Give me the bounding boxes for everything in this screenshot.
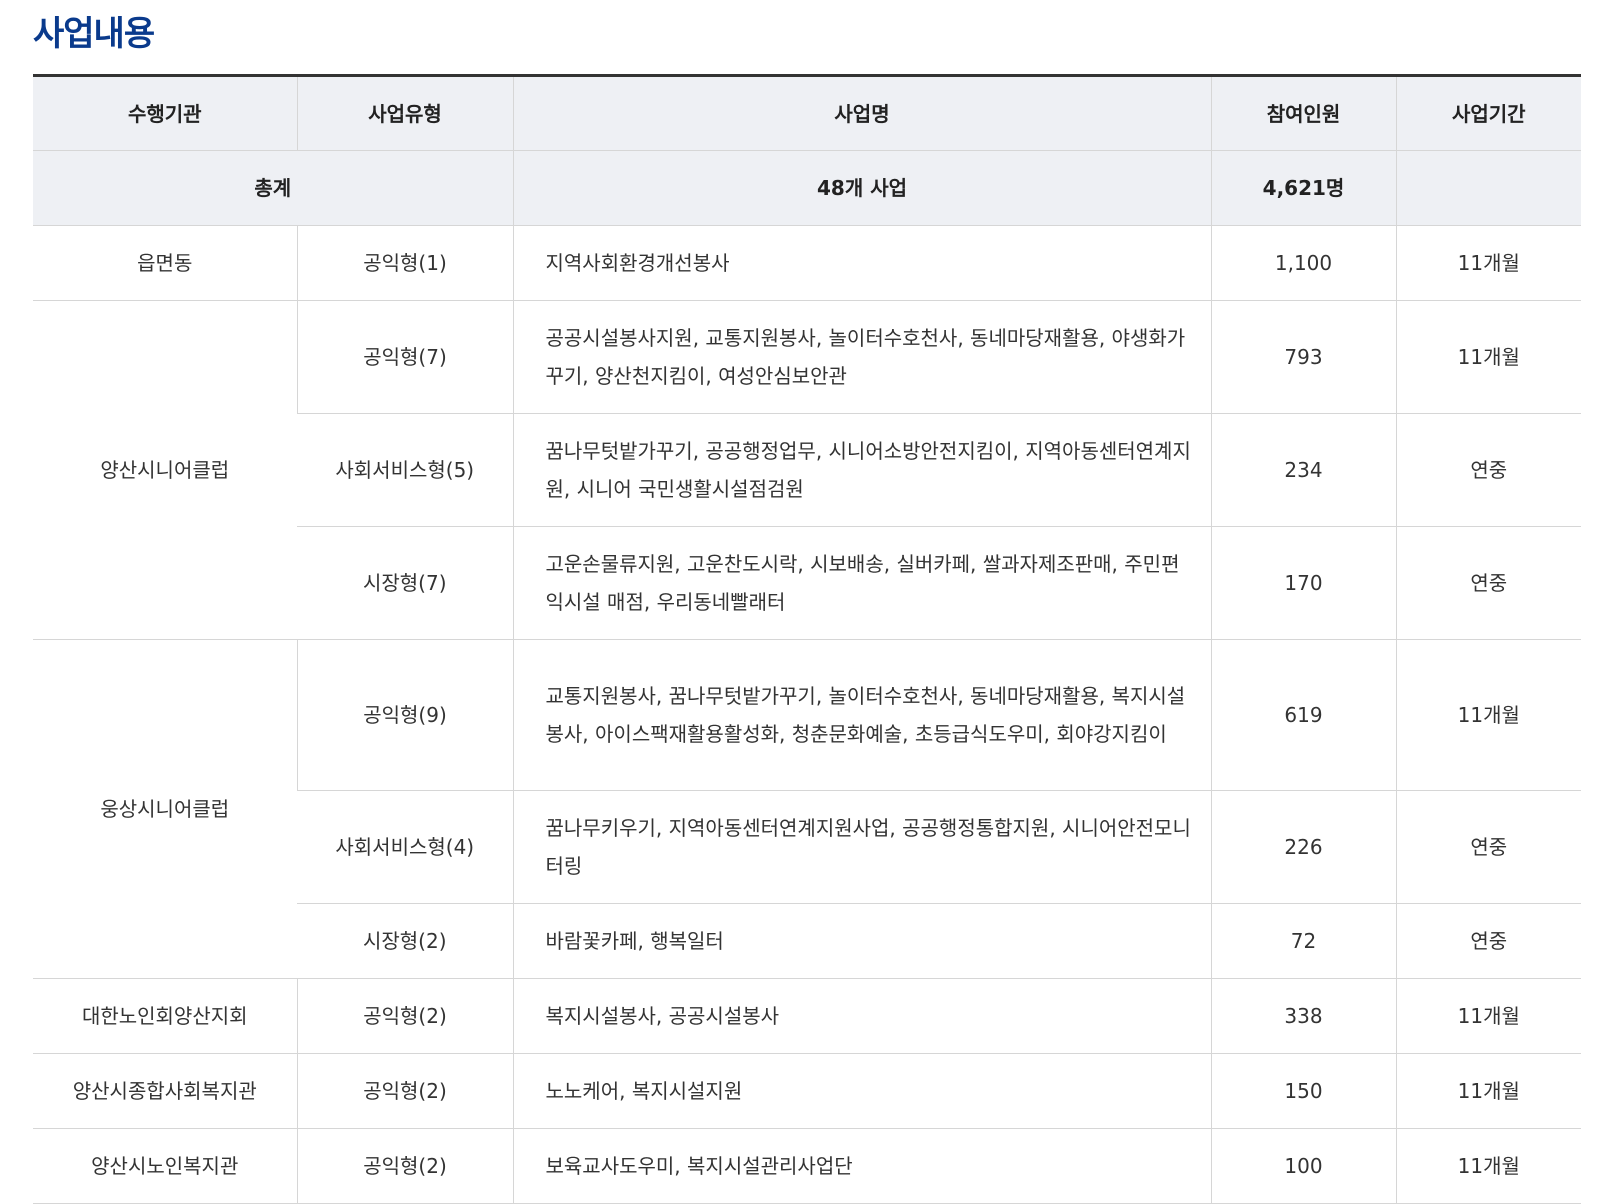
cell-type: 공익형(1) (296, 225, 513, 301)
cell-period: 11개월 (1395, 225, 1581, 301)
cell-business-name: 복지시설봉사, 공공시설봉사 (512, 978, 1211, 1054)
cell-business-name: 바람꽃카페, 행복일터 (512, 903, 1211, 979)
cell-type: 공익형(2) (296, 1053, 513, 1129)
table-row: 웅상시니어클럽 공익형(9) 교통지원봉사, 꿈나무텃밭가꾸기, 놀이터수호천사… (33, 639, 1581, 979)
cell-participants: 1,100 (1210, 225, 1396, 301)
page-title: 사업내용 (33, 14, 155, 54)
table-row: 대한노인회양산지회 공익형(2) 복지시설봉사, 공공시설봉사 338 11개월 (33, 978, 1581, 1054)
cell-type: 사회서비스형(5) (297, 413, 513, 527)
cell-type: 사회서비스형(4) (297, 790, 513, 904)
cell-type: 공익형(7) (296, 300, 513, 414)
total-period (1395, 150, 1581, 226)
header-business-name: 사업명 (512, 75, 1211, 151)
header-agency: 수행기관 (33, 75, 297, 151)
cell-participants: 619 (1210, 639, 1396, 791)
cell-period: 11개월 (1395, 639, 1581, 791)
cell-business-name: 꿈나무키우기, 지역아동센터연계지원사업, 공공행정통합지원, 시니어안전모니터… (512, 790, 1211, 904)
cell-agency: 대한노인회양산지회 (33, 978, 297, 1054)
cell-period: 연중 (1395, 790, 1581, 904)
total-participants: 4,621명 (1210, 150, 1396, 226)
cell-period: 11개월 (1395, 1128, 1581, 1204)
cell-agency: 양산시종합사회복지관 (33, 1053, 297, 1129)
cell-agency: 양산시니어클럽 (33, 300, 297, 640)
business-table: 수행기관 사업유형 사업명 참여인원 사업기간 총계 48개 사업 4,621명… (33, 74, 1581, 1204)
cell-period: 11개월 (1395, 1053, 1581, 1129)
cell-participants: 72 (1210, 903, 1396, 979)
cell-agency: 양산시노인복지관 (33, 1128, 297, 1204)
header-participants: 참여인원 (1210, 75, 1396, 151)
cell-type: 공익형(2) (296, 978, 513, 1054)
cell-business-name: 공공시설봉사지원, 교통지원봉사, 놀이터수호천사, 동네마당재활용, 야생화가… (512, 300, 1211, 414)
table-row: 읍면동 공익형(1) 지역사회환경개선봉사 1,100 11개월 (33, 225, 1581, 301)
cell-type: 공익형(9) (296, 639, 513, 791)
cell-participants: 234 (1210, 413, 1396, 527)
cell-period: 연중 (1395, 903, 1581, 979)
cell-period: 연중 (1395, 526, 1581, 640)
table-row: 양산시노인복지관 공익형(2) 보육교사도우미, 복지시설관리사업단 100 1… (33, 1128, 1581, 1204)
total-row: 총계 48개 사업 4,621명 (33, 150, 1581, 226)
cell-participants: 170 (1210, 526, 1396, 640)
cell-business-name: 꿈나무텃밭가꾸기, 공공행정업무, 시니어소방안전지킴이, 지역아동센터연계지원… (512, 413, 1211, 527)
cell-type: 시장형(2) (297, 903, 513, 979)
cell-type: 공익형(2) (296, 1128, 513, 1204)
cell-participants: 100 (1210, 1128, 1396, 1204)
cell-type: 시장형(7) (297, 526, 513, 640)
cell-business-name: 지역사회환경개선봉사 (512, 225, 1211, 301)
table-row: 양산시종합사회복지관 공익형(2) 노노케어, 복지시설지원 150 11개월 (33, 1053, 1581, 1129)
cell-agency: 읍면동 (33, 225, 297, 301)
cell-period: 11개월 (1395, 300, 1581, 414)
cell-agency: 웅상시니어클럽 (33, 639, 297, 979)
cell-period: 연중 (1395, 413, 1581, 527)
total-label: 총계 (33, 150, 513, 226)
cell-business-name: 교통지원봉사, 꿈나무텃밭가꾸기, 놀이터수호천사, 동네마당재활용, 복지시설… (512, 639, 1211, 791)
cell-participants: 338 (1210, 978, 1396, 1054)
cell-participants: 150 (1210, 1053, 1396, 1129)
cell-participants: 793 (1210, 300, 1396, 414)
total-business-count: 48개 사업 (512, 150, 1211, 226)
table-header-row: 수행기관 사업유형 사업명 참여인원 사업기간 (33, 75, 1581, 151)
header-period: 사업기간 (1395, 75, 1581, 151)
cell-business-name: 보육교사도우미, 복지시설관리사업단 (512, 1128, 1211, 1204)
cell-participants: 226 (1210, 790, 1396, 904)
table-row: 양산시니어클럽 공익형(7) 공공시설봉사지원, 교통지원봉사, 놀이터수호천사… (33, 300, 1581, 640)
cell-period: 11개월 (1395, 978, 1581, 1054)
header-type: 사업유형 (296, 75, 513, 151)
cell-business-name: 노노케어, 복지시설지원 (512, 1053, 1211, 1129)
cell-business-name: 고운손물류지원, 고운찬도시락, 시보배송, 실버카페, 쌀과자제조판매, 주민… (512, 526, 1211, 640)
